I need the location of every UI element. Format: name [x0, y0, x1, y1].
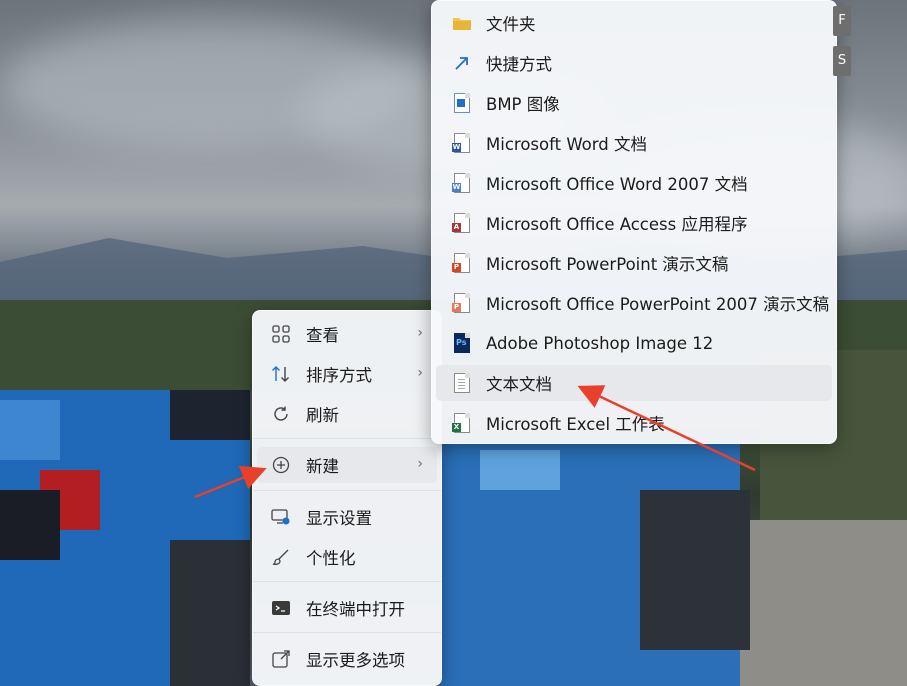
menu-item-label: 显示设置 — [306, 509, 372, 528]
menu-item-display-settings[interactable]: 显示设置 — [257, 499, 437, 535]
sort-icon — [271, 364, 291, 384]
chevron-right-icon: › — [417, 456, 423, 472]
submenu-item-label: 快捷方式 — [486, 55, 552, 74]
submenu-item-shortcut[interactable]: 快捷方式 — [436, 45, 832, 81]
submenu-item-excel[interactable]: X Microsoft Excel 工作表 — [436, 405, 832, 441]
menu-item-view[interactable]: 查看 › — [257, 316, 437, 352]
access-key-hint: S — [833, 46, 851, 76]
submenu-item-photoshop[interactable]: Ps Adobe Photoshop Image 12 — [436, 325, 832, 361]
chevron-right-icon: › — [417, 365, 423, 381]
submenu-item-folder[interactable]: 文件夹 — [436, 5, 832, 41]
menu-item-show-more-options[interactable]: 显示更多选项 — [257, 641, 437, 677]
menu-item-refresh[interactable]: 刷新 — [257, 396, 437, 432]
submenu-item-label: Microsoft PowerPoint 演示文稿 — [486, 255, 729, 274]
powerpoint-icon: P — [452, 253, 472, 273]
menu-separator — [253, 581, 441, 582]
submenu-item-label: Adobe Photoshop Image 12 — [486, 333, 714, 353]
submenu-item-powerpoint-2007[interactable]: P Microsoft Office PowerPoint 2007 演示文稿 — [436, 285, 832, 321]
submenu-item-label: BMP 图像 — [486, 95, 560, 114]
powerpoint-2007-icon: P — [452, 293, 472, 313]
submenu-item-label: Microsoft Word 文档 — [486, 135, 647, 154]
terminal-icon — [271, 598, 291, 618]
share-icon — [271, 649, 291, 669]
menu-item-label: 查看 — [306, 326, 339, 345]
menu-item-label: 在终端中打开 — [306, 600, 405, 619]
shortcut-arrow-icon — [452, 53, 472, 73]
submenu-item-label: 文本文档 — [486, 375, 552, 394]
display-settings-icon — [271, 507, 291, 527]
brush-icon — [271, 547, 291, 567]
menu-item-sort[interactable]: 排序方式 › — [257, 356, 437, 392]
bmp-image-icon — [452, 93, 472, 113]
submenu-item-powerpoint[interactable]: P Microsoft PowerPoint 演示文稿 — [436, 245, 832, 281]
menu-item-label: 排序方式 — [306, 366, 372, 385]
grid-icon — [271, 324, 291, 344]
submenu-item-access[interactable]: A Microsoft Office Access 应用程序 — [436, 205, 832, 241]
menu-item-label: 刷新 — [306, 406, 339, 425]
menu-item-personalize[interactable]: 个性化 — [257, 539, 437, 575]
menu-separator — [253, 632, 441, 633]
access-icon: A — [452, 213, 472, 233]
submenu-item-word[interactable]: W Microsoft Word 文档 — [436, 125, 832, 161]
submenu-item-label: Microsoft Excel 工作表 — [486, 415, 665, 434]
word-doc-icon: W — [452, 133, 472, 153]
menu-item-label: 个性化 — [306, 549, 356, 568]
new-submenu: 文件夹 快捷方式 BMP 图像 W Microsoft Word 文档 W Mi… — [431, 0, 837, 444]
menu-item-new[interactable]: 新建 › — [257, 447, 437, 483]
desktop-context-menu: 查看 › 排序方式 › 刷新 新建 › 显示设置 个性化 在终端中打开 显示更多… — [252, 310, 442, 686]
submenu-item-word-2007[interactable]: W Microsoft Office Word 2007 文档 — [436, 165, 832, 201]
folder-icon — [452, 13, 472, 33]
menu-item-label: 新建 — [306, 457, 339, 476]
menu-item-label: 显示更多选项 — [306, 651, 405, 670]
submenu-item-label: Microsoft Office Word 2007 文档 — [486, 175, 748, 194]
menu-separator — [253, 490, 441, 491]
chevron-right-icon: › — [417, 325, 423, 341]
submenu-item-bmp[interactable]: BMP 图像 — [436, 85, 832, 121]
excel-icon: X — [452, 413, 472, 433]
submenu-item-label: Microsoft Office Access 应用程序 — [486, 215, 748, 234]
new-plus-icon — [271, 455, 291, 475]
photoshop-icon: Ps — [452, 333, 472, 353]
menu-item-open-terminal[interactable]: 在终端中打开 — [257, 590, 437, 626]
submenu-item-label: Microsoft Office PowerPoint 2007 演示文稿 — [486, 295, 830, 314]
menu-separator — [253, 438, 441, 439]
access-key-hint: F — [833, 6, 851, 36]
word-2007-icon: W — [452, 173, 472, 193]
refresh-icon — [271, 404, 291, 424]
submenu-item-text-document[interactable]: 文本文档 — [436, 365, 832, 401]
text-doc-icon — [452, 373, 472, 393]
submenu-item-label: 文件夹 — [486, 15, 536, 34]
